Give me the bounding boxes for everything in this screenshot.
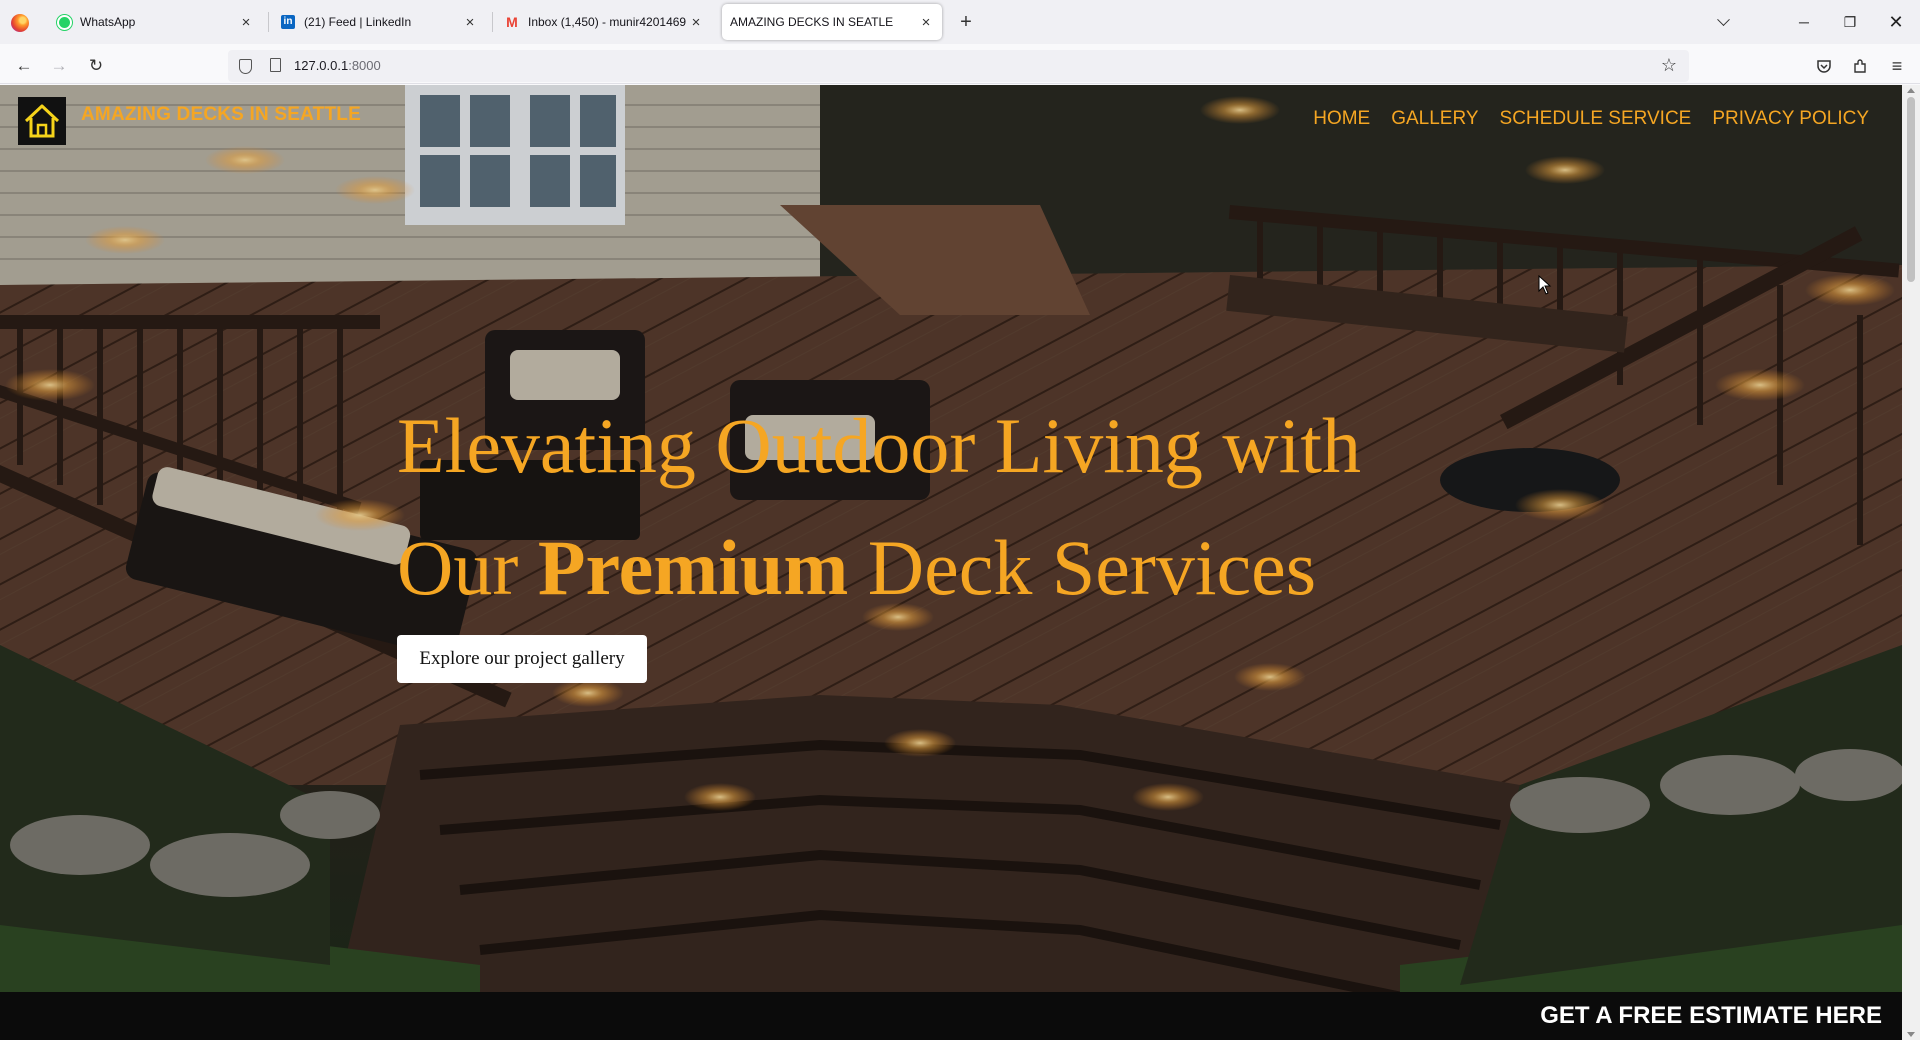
close-icon[interactable]: × xyxy=(460,12,480,32)
tab-gmail[interactable]: M Inbox (1,450) - munir4201469@ × xyxy=(496,4,712,40)
headline-line-1: Elevating Outdoor Living with xyxy=(397,402,1362,489)
forward-button[interactable]: → xyxy=(45,52,73,80)
tracking-protection-icon[interactable] xyxy=(239,59,252,74)
hero-section: AMAZING DECKS IN SEATTLE HOME GALLERY SC… xyxy=(0,85,1902,992)
free-estimate-bar[interactable]: GET A FREE ESTIMATE HERE xyxy=(0,992,1902,1040)
list-all-tabs-button[interactable] xyxy=(1711,10,1735,34)
new-tab-button[interactable]: + xyxy=(954,10,978,34)
page-info-icon[interactable] xyxy=(270,58,281,72)
close-icon[interactable]: × xyxy=(916,12,936,32)
tab-title: WhatsApp xyxy=(80,15,136,29)
bookmark-star-icon[interactable]: ☆ xyxy=(1661,55,1677,76)
nav-home-link[interactable]: HOME xyxy=(1313,108,1370,130)
linkedin-icon: in xyxy=(280,14,296,30)
tab-whatsapp[interactable]: WhatsApp × xyxy=(48,4,262,40)
tab-title: AMAZING DECKS IN SEATLE xyxy=(730,15,894,29)
site-brand[interactable]: AMAZING DECKS IN SEATTLE xyxy=(81,104,361,126)
chevron-down-icon xyxy=(1716,12,1730,26)
back-button[interactable]: ← xyxy=(10,52,38,80)
minimize-button[interactable]: ─ xyxy=(1781,0,1827,44)
house-icon xyxy=(24,104,60,138)
address-bar[interactable]: 127.0.0.1:8000 ☆ xyxy=(228,50,1689,82)
url-text[interactable]: 127.0.0.1:8000 xyxy=(294,58,381,73)
mouse-cursor-icon xyxy=(1538,275,1552,295)
tab-amazing-decks[interactable]: AMAZING DECKS IN SEATLE × xyxy=(722,4,942,40)
whatsapp-icon xyxy=(56,14,72,30)
pocket-icon[interactable] xyxy=(1812,54,1836,78)
web-page: AMAZING DECKS IN SEATTLE HOME GALLERY SC… xyxy=(0,85,1920,1040)
site-navigation: HOME GALLERY SCHEDULE SERVICE PRIVACY PO… xyxy=(1313,108,1869,130)
menu-icon[interactable]: ≡ xyxy=(1885,54,1909,78)
tab-linkedin[interactable]: in (21) Feed | LinkedIn × xyxy=(272,4,486,40)
tab-divider xyxy=(268,12,269,32)
firefox-icon xyxy=(11,14,29,32)
page-scrollbar[interactable] xyxy=(1902,85,1920,1040)
explore-gallery-button[interactable]: Explore our project gallery xyxy=(397,635,647,683)
close-icon[interactable]: × xyxy=(686,12,706,32)
tab-title: (21) Feed | LinkedIn xyxy=(304,15,412,29)
restore-button[interactable]: ❐ xyxy=(1827,0,1873,44)
tab-title: Inbox (1,450) - munir4201469@ xyxy=(528,15,686,29)
home-logo[interactable] xyxy=(18,97,66,145)
hero-headline: Elevating Outdoor Living with Our Premiu… xyxy=(397,385,1361,629)
headline-line-2-end: Deck Services xyxy=(848,524,1317,611)
gmail-icon: M xyxy=(506,14,518,30)
scroll-up-arrow-icon[interactable] xyxy=(1907,88,1915,93)
scrollbar-thumb[interactable] xyxy=(1907,97,1915,282)
tab-divider xyxy=(492,12,493,32)
headline-emphasis: Premium xyxy=(537,524,849,611)
reload-button[interactable]: ↻ xyxy=(82,52,110,80)
tab-strip: WhatsApp × in (21) Feed | LinkedIn × M I… xyxy=(0,0,1920,44)
headline-line-2-start: Our xyxy=(397,524,538,611)
navigation-toolbar: ← → ↻ 127.0.0.1:8000 ☆ ≡ xyxy=(0,44,1920,84)
close-window-button[interactable]: ✕ xyxy=(1873,0,1919,44)
free-estimate-link[interactable]: GET A FREE ESTIMATE HERE xyxy=(1540,1002,1882,1030)
scroll-down-arrow-icon[interactable] xyxy=(1907,1032,1915,1037)
extensions-icon[interactable] xyxy=(1848,54,1872,78)
nav-schedule-service-link[interactable]: SCHEDULE SERVICE xyxy=(1500,108,1692,130)
nav-gallery-link[interactable]: GALLERY xyxy=(1391,108,1478,130)
close-icon[interactable]: × xyxy=(236,12,256,32)
nav-privacy-policy-link[interactable]: PRIVACY POLICY xyxy=(1712,108,1869,130)
